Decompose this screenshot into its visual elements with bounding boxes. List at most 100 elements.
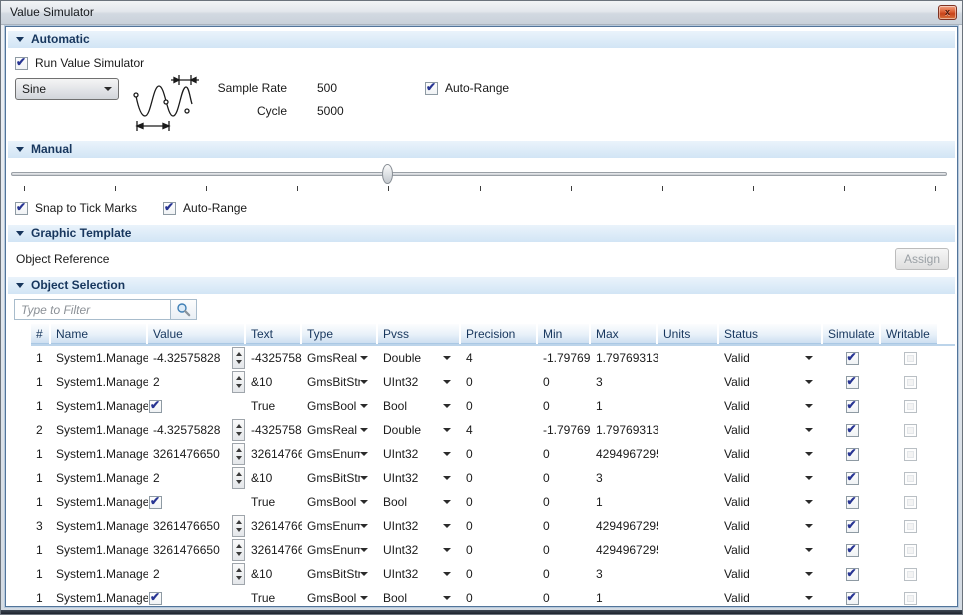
value-spinner[interactable] [232,467,245,489]
status-dropdown[interactable]: Valid [719,495,823,509]
auto-range-checkbox-manual[interactable] [163,202,176,215]
close-button[interactable]: x [938,5,957,20]
value-checkbox[interactable] [149,592,162,605]
spin-down-icon[interactable] [236,384,242,388]
value-spinner[interactable] [232,563,245,585]
type-dropdown[interactable]: GmsBitStri [302,375,378,389]
value-input[interactable]: 2 [153,567,160,581]
column-header-status[interactable]: Status [719,324,821,344]
column-header-max[interactable]: Max [591,324,656,344]
status-dropdown[interactable]: Valid [719,519,823,533]
search-button[interactable] [170,299,197,320]
writable-checkbox[interactable] [904,472,917,485]
filter-input[interactable] [14,299,170,320]
spin-up-icon[interactable] [236,424,242,428]
simulate-checkbox[interactable] [846,472,859,485]
pvss-dropdown[interactable]: UInt32 [378,567,461,581]
simulate-checkbox[interactable] [846,352,859,365]
value-input[interactable]: 3261476650 [153,519,220,533]
simulate-checkbox[interactable] [846,544,859,557]
section-header-object-selection[interactable]: Object Selection [8,277,955,294]
spin-up-icon[interactable] [236,568,242,572]
value-input[interactable]: 3261476650 [153,447,220,461]
type-dropdown[interactable]: GmsEnum [302,543,378,557]
status-dropdown[interactable]: Valid [719,471,823,485]
pvss-dropdown[interactable]: Double [378,351,461,365]
simulate-checkbox[interactable] [846,592,859,605]
status-dropdown[interactable]: Valid [719,351,823,365]
writable-checkbox[interactable] [904,424,917,437]
spin-up-icon[interactable] [236,448,242,452]
column-header-type[interactable]: Type [302,324,376,344]
value-input[interactable]: 3261476650 [153,543,220,557]
spin-up-icon[interactable] [236,544,242,548]
writable-checkbox[interactable] [904,544,917,557]
spin-down-icon[interactable] [236,456,242,460]
value-spinner[interactable] [232,419,245,441]
type-dropdown[interactable]: GmsBool [302,591,378,605]
spin-down-icon[interactable] [236,432,242,436]
column-header-units[interactable]: Units [658,324,717,344]
value-spinner[interactable] [232,515,245,537]
type-dropdown[interactable]: GmsBitStri [302,471,378,485]
type-dropdown[interactable]: GmsEnum [302,519,378,533]
simulate-checkbox[interactable] [846,376,859,389]
type-dropdown[interactable]: GmsBitStri [302,567,378,581]
section-header-automatic[interactable]: Automatic [8,31,955,48]
type-dropdown[interactable]: GmsBool [302,495,378,509]
spin-down-icon[interactable] [236,528,242,532]
column-header-text[interactable]: Text [246,324,300,344]
assign-button[interactable]: Assign [895,248,949,270]
column-header-name[interactable]: Name [51,324,146,344]
value-spinner[interactable] [232,539,245,561]
section-header-manual[interactable]: Manual [8,141,955,158]
status-dropdown[interactable]: Valid [719,543,823,557]
column-header-writable[interactable]: Writable [881,324,937,344]
type-dropdown[interactable]: GmsReal [302,423,378,437]
value-input[interactable]: 2 [153,471,160,485]
value-input[interactable]: 2 [153,375,160,389]
status-dropdown[interactable]: Valid [719,567,823,581]
writable-checkbox[interactable] [904,376,917,389]
simulate-checkbox[interactable] [846,496,859,509]
value-spinner[interactable] [232,347,245,369]
section-header-graphic-template[interactable]: Graphic Template [8,225,955,242]
pvss-dropdown[interactable]: UInt32 [378,519,461,533]
auto-range-checkbox-automatic[interactable] [425,82,438,95]
slider-track[interactable] [11,172,947,176]
spin-down-icon[interactable] [236,552,242,556]
column-header-min[interactable]: Min [538,324,589,344]
writable-checkbox[interactable] [904,520,917,533]
status-dropdown[interactable]: Valid [719,423,823,437]
column-header-value[interactable]: Value [148,324,244,344]
column-header-precision[interactable]: Precision [461,324,536,344]
writable-checkbox[interactable] [904,568,917,581]
writable-checkbox[interactable] [904,496,917,509]
spin-down-icon[interactable] [236,576,242,580]
spin-down-icon[interactable] [236,360,242,364]
writable-checkbox[interactable] [904,592,917,605]
value-input[interactable]: -4.32575828 [153,351,220,365]
column-header-simulate[interactable]: Simulate [823,324,879,344]
type-dropdown[interactable]: GmsEnum [302,447,378,461]
slider-thumb[interactable] [382,164,393,184]
spin-up-icon[interactable] [236,472,242,476]
simulate-checkbox[interactable] [846,400,859,413]
pvss-dropdown[interactable]: UInt32 [378,543,461,557]
value-checkbox[interactable] [149,400,162,413]
pvss-dropdown[interactable]: Bool [378,399,461,413]
spin-up-icon[interactable] [236,376,242,380]
value-spinner[interactable] [232,371,245,393]
column-header-num[interactable]: # [31,324,49,344]
status-dropdown[interactable]: Valid [719,447,823,461]
writable-checkbox[interactable] [904,400,917,413]
column-header-pvss[interactable]: Pvss [378,324,459,344]
pvss-dropdown[interactable]: UInt32 [378,471,461,485]
type-dropdown[interactable]: GmsReal [302,351,378,365]
pvss-dropdown[interactable]: UInt32 [378,375,461,389]
status-dropdown[interactable]: Valid [719,399,823,413]
pvss-dropdown[interactable]: UInt32 [378,447,461,461]
spin-up-icon[interactable] [236,520,242,524]
spin-up-icon[interactable] [236,352,242,356]
status-dropdown[interactable]: Valid [719,591,823,605]
